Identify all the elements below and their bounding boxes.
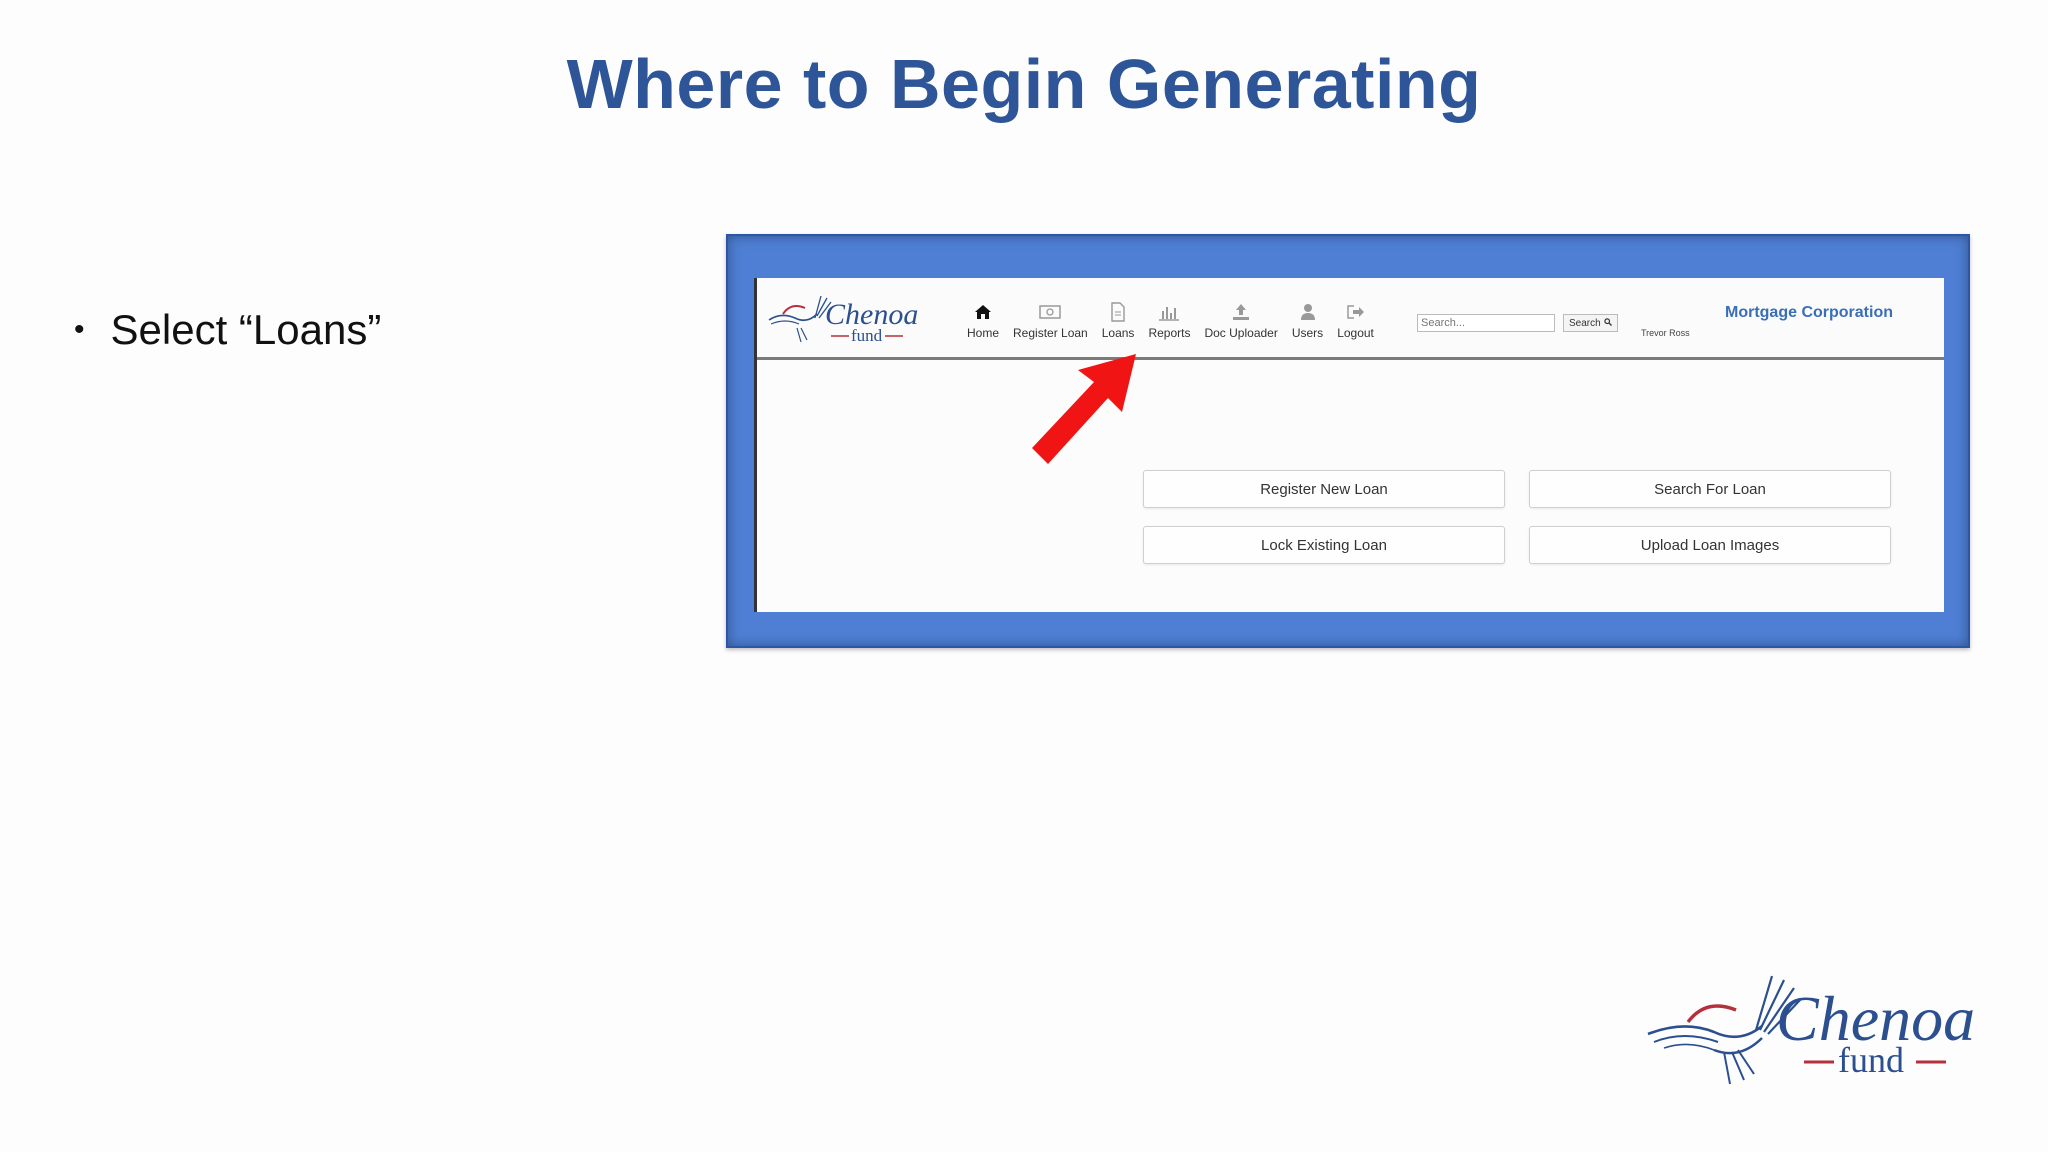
lock-existing-loan-button[interactable]: Lock Existing Loan — [1143, 526, 1505, 564]
money-icon — [1039, 302, 1062, 322]
company-name: Mortgage Corporation — [1725, 304, 1893, 321]
nav-label: Logout — [1337, 326, 1374, 340]
app-window: Chenoa fund Home Register Loan Loans Rep… — [754, 278, 1944, 612]
register-new-loan-button[interactable]: Register New Loan — [1143, 470, 1505, 508]
nav-label: Doc Uploader — [1204, 326, 1278, 340]
nav-item-logout[interactable]: Logout — [1337, 302, 1374, 340]
nav-label: Register Loan — [1013, 326, 1088, 340]
nav-item-users[interactable]: Users — [1292, 302, 1323, 340]
bullet-text: Select “Loans” — [110, 306, 382, 353]
nav-item-loans[interactable]: Loans — [1101, 302, 1135, 340]
screenshot-frame: Chenoa fund Home Register Loan Loans Rep… — [726, 234, 1970, 648]
home-icon — [972, 302, 994, 322]
bullet-item: • Select “Loans” — [74, 306, 381, 354]
search-input[interactable] — [1417, 314, 1555, 332]
nav-item-doc-uploader[interactable]: Doc Uploader — [1204, 302, 1278, 340]
bar-chart-icon — [1158, 302, 1180, 322]
user-icon — [1297, 302, 1319, 322]
search-icon — [1603, 317, 1612, 329]
large-logo-text-sub: fund — [1838, 1040, 1904, 1080]
app-header: Chenoa fund Home Register Loan Loans Rep… — [757, 278, 1944, 360]
user-name[interactable]: Trevor Ross — [1641, 328, 1690, 338]
logo-text-sub: fund — [851, 326, 883, 345]
bullet-dot: • — [74, 313, 85, 346]
chenoa-fund-logo-large: Chenoa fund — [1647, 975, 1974, 1085]
search-button-label: Search — [1569, 317, 1601, 329]
nav-label: Loans — [1101, 326, 1135, 340]
nav-item-home[interactable]: Home — [967, 302, 999, 340]
bullet-list: • Select “Loans” — [74, 306, 381, 354]
nav-item-reports[interactable]: Reports — [1148, 302, 1190, 340]
nav-label: Reports — [1148, 326, 1191, 340]
search-for-loan-button[interactable]: Search For Loan — [1529, 470, 1891, 508]
nav-item-register-loan[interactable]: Register Loan — [1013, 302, 1088, 340]
upload-loan-images-button[interactable]: Upload Loan Images — [1529, 526, 1891, 564]
red-arrow-icon — [1032, 354, 1136, 464]
nav-label: Home — [967, 326, 1000, 340]
search-button[interactable]: Search — [1563, 314, 1618, 332]
upload-icon — [1230, 302, 1252, 322]
chenoa-fund-logo[interactable]: Chenoa fund — [761, 284, 921, 356]
slide-title: Where to Begin Generating — [566, 45, 1482, 123]
logout-icon — [1345, 302, 1367, 322]
nav-label: Users — [1291, 326, 1324, 340]
document-icon — [1107, 302, 1129, 322]
main-nav: Home Register Loan Loans Reports Doc Upl… — [967, 302, 1388, 340]
